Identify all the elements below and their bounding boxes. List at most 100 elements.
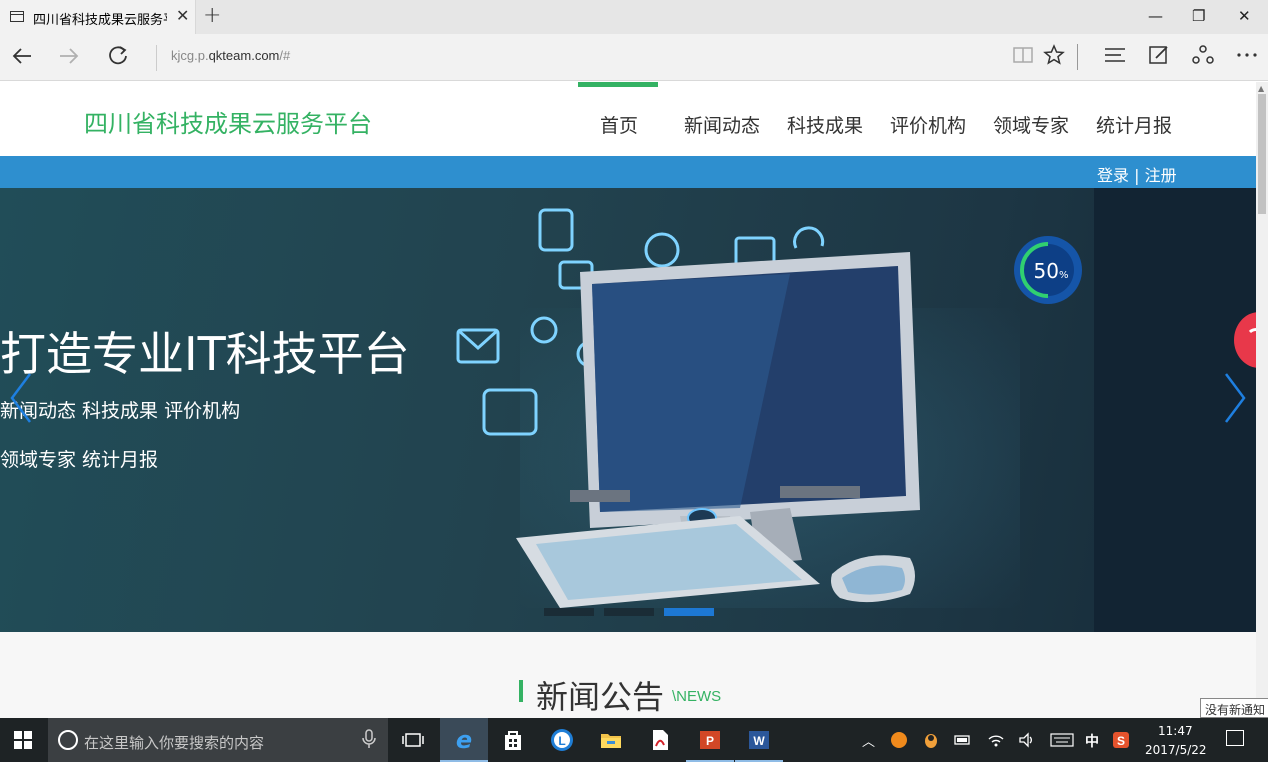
volume-icon[interactable] [1018, 731, 1036, 749]
sogou-input-icon[interactable]: S [1112, 731, 1130, 749]
book-icon [1013, 47, 1033, 63]
web-note-button[interactable] [1148, 44, 1170, 71]
reading-view-button[interactable] [1012, 44, 1034, 71]
login-separator: | [1134, 166, 1140, 185]
word-icon: W [749, 731, 769, 749]
news-section-subtitle: \NEWS [672, 688, 722, 705]
arrow-left-icon [12, 48, 31, 64]
battery-icon[interactable] [954, 733, 972, 747]
new-tab-button[interactable]: + [203, 3, 221, 28]
progress-badge-number: 50 [1033, 259, 1059, 283]
taskbar-app-l[interactable]: L [538, 718, 586, 762]
taskbar-pdf[interactable] [636, 718, 684, 762]
taskbar-edge[interactable]: e [440, 718, 488, 762]
task-view-button[interactable] [389, 718, 437, 762]
carousel-prev-button[interactable] [6, 368, 36, 428]
clock-time[interactable]: 11:47 [1158, 724, 1193, 738]
computer-illustration [456, 208, 920, 608]
nav-achievements[interactable]: 科技成果 [787, 111, 863, 138]
url-domain: qkteam.com [208, 48, 280, 63]
browser-tab-bar: 四川省科技成果云服务平 ✕ + — ❐ ✕ [0, 0, 1268, 34]
login-link[interactable]: 登录 [1097, 166, 1129, 185]
address-input[interactable]: kjcg.p.qkteam.com/# [171, 48, 290, 63]
restore-button[interactable]: ❐ [1192, 7, 1205, 25]
windows-logo-pane [24, 731, 32, 739]
notification-tooltip: 没有新通知 [1200, 698, 1268, 718]
login-bar: 登录 | 注册 [0, 156, 1256, 188]
nav-monthly-stats[interactable]: 统计月报 [1096, 111, 1172, 138]
toolbar-separator [1077, 44, 1078, 70]
window-close-button[interactable]: ✕ [1238, 7, 1251, 25]
svg-text:P: P [706, 734, 714, 748]
nav-evaluation-agencies[interactable]: 评价机构 [890, 111, 966, 138]
clock-date[interactable]: 2017/5/22 [1145, 743, 1207, 757]
carousel-dot-3[interactable] [664, 608, 714, 616]
carousel-dot-1[interactable] [544, 608, 594, 616]
nav-home[interactable]: 首页 [577, 82, 659, 138]
favorite-button[interactable] [1043, 44, 1065, 71]
nav-news[interactable]: 新闻动态 [684, 111, 760, 138]
arrow-right-icon [60, 48, 79, 64]
taskbar: 在这里输入你要搜索的内容 e L P W ︿ 中 S 11:47 2017/5/… [0, 718, 1268, 762]
svg-text:L: L [558, 734, 565, 748]
folder-icon [601, 734, 621, 748]
page-scrollbar[interactable]: ▲ [1256, 82, 1268, 718]
site-header: 四川省科技成果云服务平台 首页 新闻动态 科技成果 评价机构 领域专家 统计月报 [0, 82, 1256, 156]
windows-logo-pane [24, 741, 32, 749]
action-center-icon[interactable] [1226, 730, 1244, 746]
share-button[interactable] [1192, 44, 1214, 71]
start-button[interactable] [14, 731, 32, 749]
refresh-icon [109, 46, 127, 65]
register-link[interactable]: 注册 [1145, 166, 1177, 185]
login-register-links: 登录 | 注册 [1097, 162, 1177, 186]
show-hidden-icons-button[interactable]: ︿ [862, 731, 875, 750]
hub-lines-icon [1105, 48, 1125, 62]
minimize-button[interactable]: — [1148, 7, 1163, 25]
microphone-icon[interactable] [362, 729, 376, 753]
tab-close-button[interactable]: ✕ [176, 6, 189, 25]
taskbar-word[interactable]: W [735, 718, 783, 762]
svg-text:S: S [1117, 734, 1125, 748]
taskbar-search[interactable]: 在这里输入你要搜索的内容 [48, 718, 388, 762]
more-button[interactable] [1236, 44, 1258, 71]
svg-text:W: W [753, 734, 765, 748]
wifi-icon[interactable] [987, 731, 1005, 749]
site-title[interactable]: 四川省科技成果云服务平台 [84, 104, 372, 139]
forward-button[interactable] [57, 44, 81, 74]
windows-logo-pane [14, 741, 22, 749]
star-icon [1043, 44, 1065, 65]
tab-title: 四川省科技成果云服务平 [33, 13, 167, 28]
scroll-up-icon[interactable]: ▲ [1258, 84, 1264, 93]
carousel-next-button[interactable] [1220, 368, 1250, 428]
refresh-button[interactable] [106, 44, 130, 74]
progress-badge-value: 50% [1021, 259, 1081, 283]
banner-subtitle-2: 领域专家 统计月报 [0, 449, 159, 471]
hub-button[interactable] [1103, 44, 1127, 71]
taskbar-file-explorer[interactable] [587, 718, 635, 762]
taskbar-powerpoint[interactable]: P [686, 718, 734, 762]
banner-heading: 打造专业IT科技平台 [0, 327, 410, 381]
progress-badge-unit: % [1058, 270, 1069, 281]
carousel-dot-2[interactable] [604, 608, 654, 616]
taskbar-store[interactable] [489, 718, 537, 762]
share-icon [1192, 45, 1214, 64]
address-toolbar: kjcg.p.qkteam.com/# [0, 34, 1268, 81]
pen-note-icon [1149, 46, 1168, 64]
scroll-thumb[interactable] [1258, 94, 1266, 214]
store-bag-icon [505, 731, 521, 750]
cortana-icon [58, 730, 78, 750]
keyboard-icon[interactable] [1050, 733, 1074, 747]
news-section: 新闻公告 \NEWS [0, 632, 1256, 718]
back-button[interactable] [10, 44, 34, 74]
tray-app-orange-icon[interactable] [890, 731, 908, 749]
browser-tab[interactable]: 四川省科技成果云服务平 ✕ [0, 0, 196, 34]
nav-experts[interactable]: 领域专家 [993, 111, 1069, 138]
hero-carousel[interactable]: 打造专业IT科技平台 新闻动态 科技成果 评价机构 领域专家 统计月报 50% [0, 188, 1256, 632]
l-app-icon: L [551, 729, 573, 751]
powerpoint-icon: P [700, 731, 720, 749]
url-prefix: kjcg.p. [171, 48, 209, 63]
ime-indicator[interactable]: 中 [1085, 731, 1099, 751]
address-separator [156, 45, 157, 71]
url-suffix: /# [279, 48, 291, 63]
tray-app-penguin-icon[interactable] [922, 731, 940, 749]
